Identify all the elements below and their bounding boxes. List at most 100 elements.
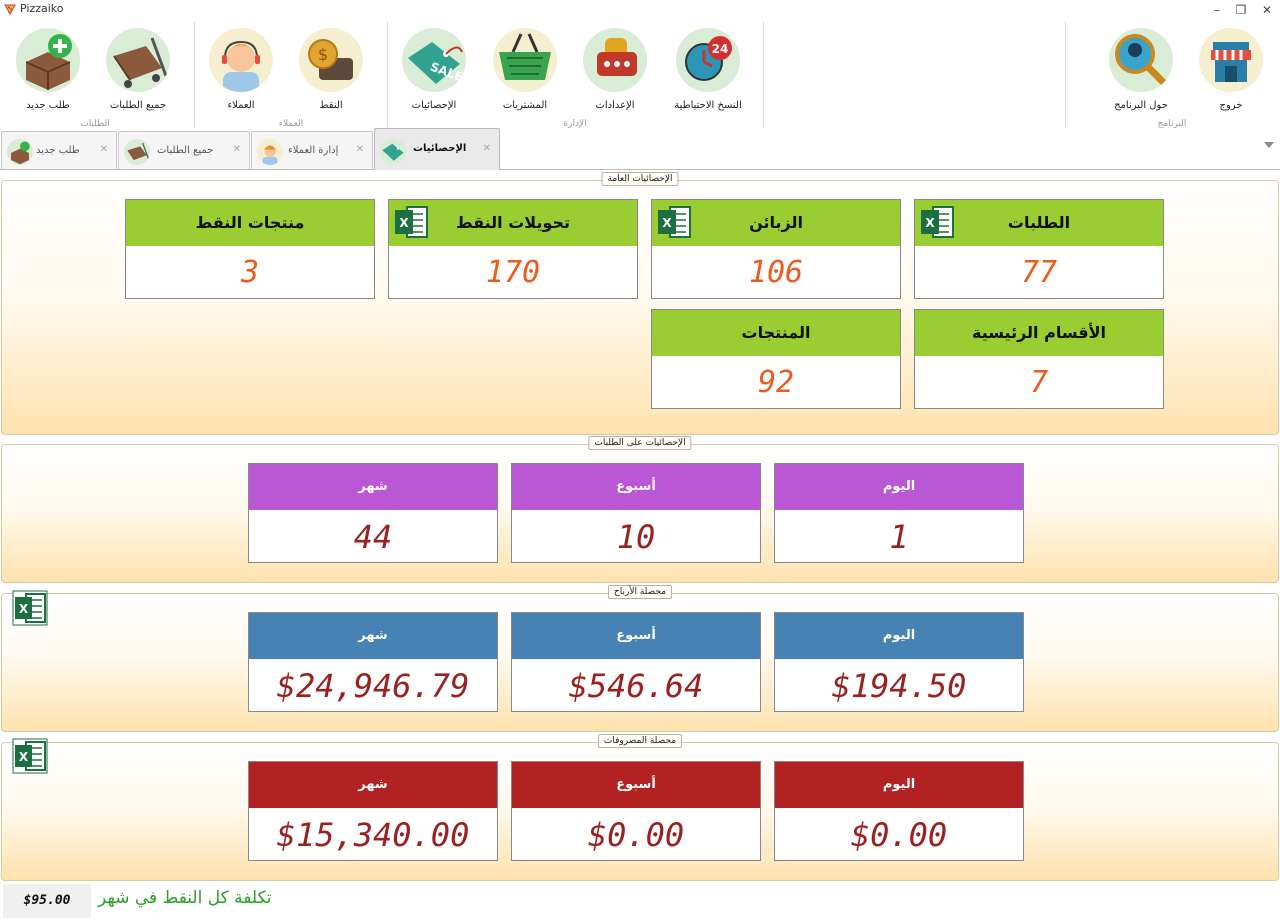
restore-button[interactable]: ❐ (1230, 2, 1252, 18)
settings-button[interactable]: الإعدادات (570, 28, 660, 118)
expenses-legend: محصلة المصروفات (597, 734, 683, 748)
expenses-week-card: أسبوع $0.00 (511, 761, 761, 861)
svg-text:X: X (662, 216, 672, 230)
tab-close-icon[interactable]: ✕ (356, 144, 364, 155)
backup-button[interactable]: 24 النسخ الاحتياطية (663, 28, 753, 118)
expenses-panel: محصلة المصروفات X اليوم $0.00 أسبوع $0.0… (1, 734, 1279, 881)
card-value: 92 (757, 365, 795, 400)
tab-close-icon[interactable]: ✕ (233, 144, 241, 155)
ribbon-toolbar: طلب جديد جميع الطلبات الطلبات العملاء $ … (0, 20, 1280, 130)
excel-export-icon[interactable]: X (12, 590, 48, 626)
about-label: حول البرنامج (1114, 100, 1168, 111)
orders-stats-legend: الإحصائيات على الطلبات (588, 436, 692, 450)
svg-text:X: X (19, 602, 29, 616)
settings-icon (583, 28, 647, 92)
new-order-icon (7, 139, 33, 165)
card-title: اليوم (882, 777, 916, 792)
excel-export-icon[interactable]: X (919, 204, 955, 240)
points-cost-value: $95.00 (3, 884, 91, 918)
card-value: $0.00 (587, 816, 685, 854)
profits-today-card: اليوم $194.50 (774, 612, 1024, 712)
customers-icon (257, 139, 283, 165)
document-tabs: طلب جديد ✕ جميع الطلبات ✕ إدارة العملاء … (0, 128, 1280, 170)
card-value: 3 (240, 255, 260, 290)
tab-all-orders[interactable]: جميع الطلبات ✕ (118, 131, 250, 169)
close-window-button[interactable]: ✕ (1256, 2, 1278, 18)
profits-month-card: شهر $24,946.79 (248, 612, 498, 712)
card-title: شهر (358, 777, 388, 792)
tab-new-order[interactable]: طلب جديد ✕ (1, 131, 117, 169)
new-order-button[interactable]: طلب جديد (3, 28, 93, 118)
tab-statistics[interactable]: الإحصائيات ✕ (374, 128, 500, 170)
card-value: $24,946.79 (276, 667, 470, 705)
card-title: أسبوع (616, 479, 656, 494)
svg-text:X: X (19, 750, 29, 764)
excel-export-icon[interactable]: X (393, 204, 429, 240)
card-title: منتجات النقط (195, 213, 305, 232)
card-title: شهر (358, 479, 388, 494)
expenses-today-card: اليوم $0.00 (774, 761, 1024, 861)
profits-legend: محصلة الأرباح (607, 585, 673, 599)
backup-label: النسخ الاحتياطية (674, 100, 742, 111)
orders-month-card: شهر 44 (248, 463, 498, 563)
orders-week-card: أسبوع 10 (511, 463, 761, 563)
tab-customers-management[interactable]: إدارة العملاء ✕ (251, 131, 373, 169)
svg-text:X: X (399, 216, 409, 230)
points-button[interactable]: $ النقط (286, 28, 376, 118)
tab-label: الإحصائيات (413, 143, 467, 154)
card-value: $194.50 (831, 667, 967, 705)
tab-list-dropdown-icon[interactable] (1264, 142, 1274, 148)
tab-label: جميع الطلبات (157, 145, 214, 156)
all-orders-icon (106, 28, 170, 92)
card-value: 1 (889, 518, 909, 556)
card-title: شهر (358, 628, 388, 643)
orders-stats-panel: الإحصائيات على الطلبات اليوم 1 أسبوع 10 … (1, 436, 1279, 583)
exit-label: خروج (1219, 100, 1243, 111)
customers-icon (209, 28, 273, 92)
new-order-label: طلب جديد (26, 100, 70, 111)
stat-card-orders: الطلبات 77 X (914, 199, 1164, 299)
points-cost-label-reflection: تكلفة كل النقط في شهر (98, 896, 272, 906)
card-value: 44 (353, 518, 393, 556)
svg-text:24: 24 (712, 42, 729, 56)
points-label: النقط (319, 100, 343, 111)
stat-card-customers: الزبائن 106 X (651, 199, 901, 299)
stat-card-main-categories: الأقسام الرئيسية 7 (914, 309, 1164, 409)
stat-card-points-transfers: تحويلات النقط 170 X (388, 199, 638, 299)
window-title: Pizzaiko (20, 2, 64, 15)
card-value: 7 (1029, 365, 1049, 400)
card-value: $15,340.00 (276, 816, 470, 854)
card-value: 106 (748, 255, 804, 290)
general-stats-panel: الإحصائيات العامة الطلبات 77 X الزبائن 1… (1, 172, 1279, 435)
tab-close-icon[interactable]: ✕ (100, 144, 108, 155)
exit-button[interactable]: خروج (1186, 28, 1276, 118)
statistics-icon: SALE (402, 28, 466, 92)
ribbon-separator (387, 22, 388, 128)
customers-button[interactable]: العملاء (196, 28, 286, 118)
minimize-button[interactable]: – (1206, 2, 1228, 18)
settings-label: الإعدادات (595, 100, 635, 111)
all-orders-button[interactable]: جميع الطلبات (93, 28, 183, 118)
purchases-button[interactable]: المشتريات (480, 28, 570, 118)
ribbon-separator (763, 22, 764, 128)
excel-export-icon[interactable]: X (656, 204, 692, 240)
card-value: 10 (616, 518, 656, 556)
card-title: أسبوع (616, 777, 656, 792)
profits-week-card: أسبوع $546.64 (511, 612, 761, 712)
about-icon (1109, 28, 1173, 92)
excel-export-icon[interactable]: X (12, 738, 48, 774)
card-value: $546.64 (568, 667, 704, 705)
about-button[interactable]: حول البرنامج (1096, 28, 1186, 118)
stat-card-products: المنتجات 92 (651, 309, 901, 409)
purchases-icon (493, 28, 557, 92)
all-orders-icon (124, 139, 150, 165)
card-title: أسبوع (616, 628, 656, 643)
pizza-app-icon (4, 4, 16, 15)
statistics-button[interactable]: SALE الإحصائيات (389, 28, 479, 118)
status-bar: $95.00 تكلفة كل النقط في شهر تكلفة كل ال… (0, 882, 1280, 920)
general-stats-legend: الإحصائيات العامة (601, 172, 679, 186)
tab-close-icon[interactable]: ✕ (483, 143, 491, 154)
card-title: اليوم (882, 628, 916, 643)
stat-card-points-products: منتجات النقط 3 (125, 199, 375, 299)
all-orders-label: جميع الطلبات (109, 100, 167, 111)
